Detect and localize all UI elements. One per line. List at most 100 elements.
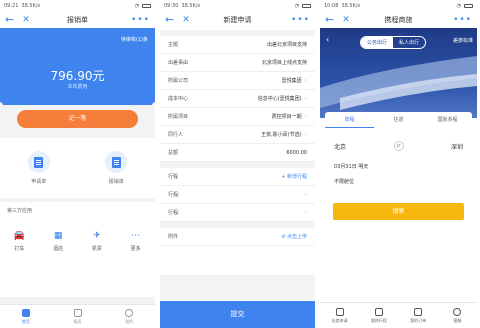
tab-my-orders[interactable]: 我的订单	[399, 303, 438, 328]
field-label: 所属公司	[168, 78, 189, 84]
tab-private-travel[interactable]: 私人出行	[393, 37, 425, 48]
back-icon[interactable]: ←	[325, 14, 334, 25]
tab-travel-apply[interactable]: 出差申请	[320, 303, 359, 328]
order-icon	[414, 307, 423, 316]
status-net: 38.5K/s	[341, 2, 361, 9]
nav-bar: ← ✕ 新建申请 •••	[160, 11, 315, 28]
close-icon[interactable]: ✕	[182, 15, 190, 25]
amount-label: 本年费用	[67, 84, 88, 90]
expense-form-label: 报销单	[108, 179, 124, 185]
chevron-right-icon: ›	[304, 113, 307, 120]
user-icon	[125, 308, 134, 317]
form-spacer	[160, 275, 315, 300]
chevron-right-icon: ›	[304, 191, 307, 198]
upload-button[interactable]: ⊘ 点击上传	[281, 233, 307, 240]
more-icon[interactable]: •••	[291, 15, 310, 25]
status-net: 38.5K/s	[181, 2, 201, 9]
tab-label: 我的订单	[410, 317, 427, 323]
itinerary-row[interactable]: 行程: ›	[160, 204, 315, 222]
field-label: 成本中心	[168, 96, 189, 102]
field-value: 壹悦集团	[281, 78, 302, 84]
record-button[interactable]: 记一笔	[17, 110, 138, 128]
attachment-label: 附件	[168, 234, 179, 240]
field-value: 北京项目上线点支持	[261, 60, 307, 66]
field-label: 所属项目	[168, 114, 189, 120]
card-notch-left	[0, 102, 3, 109]
tab-home-label: 首页	[21, 318, 30, 324]
tab-report[interactable]: 报表	[52, 305, 104, 328]
expense-form-icon	[105, 151, 128, 173]
status-bar: 10:08 38.5K/s ◔	[320, 0, 477, 11]
cabin-class[interactable]: 不限舱位	[325, 170, 472, 185]
status-time: 09:30	[164, 2, 179, 9]
tab-label: 客服	[453, 317, 462, 323]
status-bar: 09:30 38.5K/s ◔	[160, 0, 315, 11]
app-more[interactable]: ⋯ 更多	[121, 231, 151, 252]
new-request-screen: 09:30 38.5K/s ◔ ← ✕ 新建申请 ••• 主题 出差北京项目支持 出…	[160, 0, 315, 328]
tab-round-trip[interactable]: 往返	[374, 112, 423, 128]
tab-home[interactable]: 首页	[0, 305, 52, 328]
apply-form-item[interactable]: 申请单	[0, 138, 78, 198]
report-icon	[73, 308, 82, 317]
tab-one-way[interactable]: 单程	[325, 112, 374, 128]
app-taxi-label: 打车	[14, 246, 25, 252]
back-icon[interactable]: ←	[165, 14, 174, 25]
wifi-icon: ◔	[134, 2, 139, 9]
pending-link[interactable]: 待审核(1)条	[121, 36, 148, 43]
app-flight[interactable]: ✈ 机票	[82, 231, 112, 252]
to-city[interactable]: 深圳	[451, 142, 463, 151]
app-more-label: 更多	[130, 246, 141, 252]
from-city[interactable]: 北京	[334, 142, 346, 151]
wifi-icon: ◔	[294, 2, 299, 9]
search-button[interactable]: 搜索	[333, 203, 464, 220]
itinerary-row[interactable]: 行程: ›	[160, 186, 315, 204]
submit-button[interactable]: 提交	[160, 301, 315, 328]
close-icon[interactable]: ✕	[22, 15, 30, 25]
battery-icon	[142, 3, 151, 8]
apply-form-icon	[27, 151, 50, 173]
field-total[interactable]: 总额 6000.00	[160, 144, 315, 162]
more-icon[interactable]: •••	[453, 15, 472, 25]
close-icon[interactable]: ✕	[342, 15, 350, 25]
field-subject[interactable]: 主题 出差北京项目支持	[160, 36, 315, 54]
field-project[interactable]: 所属项目 费控项目一期 ›	[160, 108, 315, 126]
field-company[interactable]: 所属公司 壹悦集团 ›	[160, 72, 315, 90]
apply-section: 申请单 报销单	[0, 138, 155, 198]
battery-icon	[464, 3, 473, 8]
card-notch-right	[152, 102, 155, 109]
amount-card: 待审核(1)条 796.90元 本年费用	[0, 28, 155, 109]
departure-date[interactable]: 03月31日 明天	[325, 151, 472, 170]
field-companions[interactable]: 同行人 王依,陈小凤(节选) ›	[160, 126, 315, 144]
hotel-icon: ▦	[53, 231, 63, 241]
third-party-title: 第三方应用	[7, 208, 33, 214]
policy-link[interactable]: 差旅标准	[453, 37, 473, 44]
tab-my-trips[interactable]: 我的行程	[359, 303, 398, 328]
status-time: 09:21	[4, 2, 19, 9]
swap-icon[interactable]: ⇄	[393, 141, 404, 151]
home-icon	[21, 308, 30, 317]
field-label: 主题	[168, 42, 179, 48]
field-reason[interactable]: 出差事由 北京项目上线点支持	[160, 54, 315, 72]
chevron-right-icon: ›	[304, 209, 307, 216]
tab-business-travel[interactable]: 公务出行	[361, 37, 394, 48]
field-cost-center[interactable]: 成本中心 信息中心(壹悦集团) ›	[160, 90, 315, 108]
tab-service[interactable]: 客服	[438, 303, 477, 328]
more-icon[interactable]: •••	[131, 15, 150, 25]
app-hotel[interactable]: ▦ 酒店	[43, 231, 73, 252]
banner-back-icon[interactable]: ‹	[326, 35, 329, 44]
app-flight-label: 机票	[91, 246, 102, 252]
tab-mine[interactable]: 我的	[103, 305, 155, 328]
back-icon[interactable]: ←	[5, 14, 14, 25]
app-taxi[interactable]: 🚘 打车	[4, 231, 34, 252]
tab-multi-city[interactable]: 国际多程	[423, 112, 472, 128]
status-time: 10:08	[324, 2, 339, 9]
nav-bar: ← ✕ 报销单 •••	[0, 11, 155, 28]
field-label: 总额	[168, 150, 179, 156]
wifi-icon: ◔	[456, 2, 461, 9]
bottom-tab-bar: 出差申请 我的行程 我的订单 客服	[320, 302, 477, 328]
status-net: 38.5K/s	[21, 2, 41, 9]
add-itinerary-button[interactable]: + 新增行程	[281, 173, 307, 180]
upload-label: 点击上传	[286, 234, 307, 240]
ctrip-screen: 10:08 38.5K/s ◔ ← ✕ 携程商旅 ••• ‹ 公务出行 私人出行 …	[320, 0, 477, 328]
expense-form-item[interactable]: 报销单	[78, 138, 156, 198]
